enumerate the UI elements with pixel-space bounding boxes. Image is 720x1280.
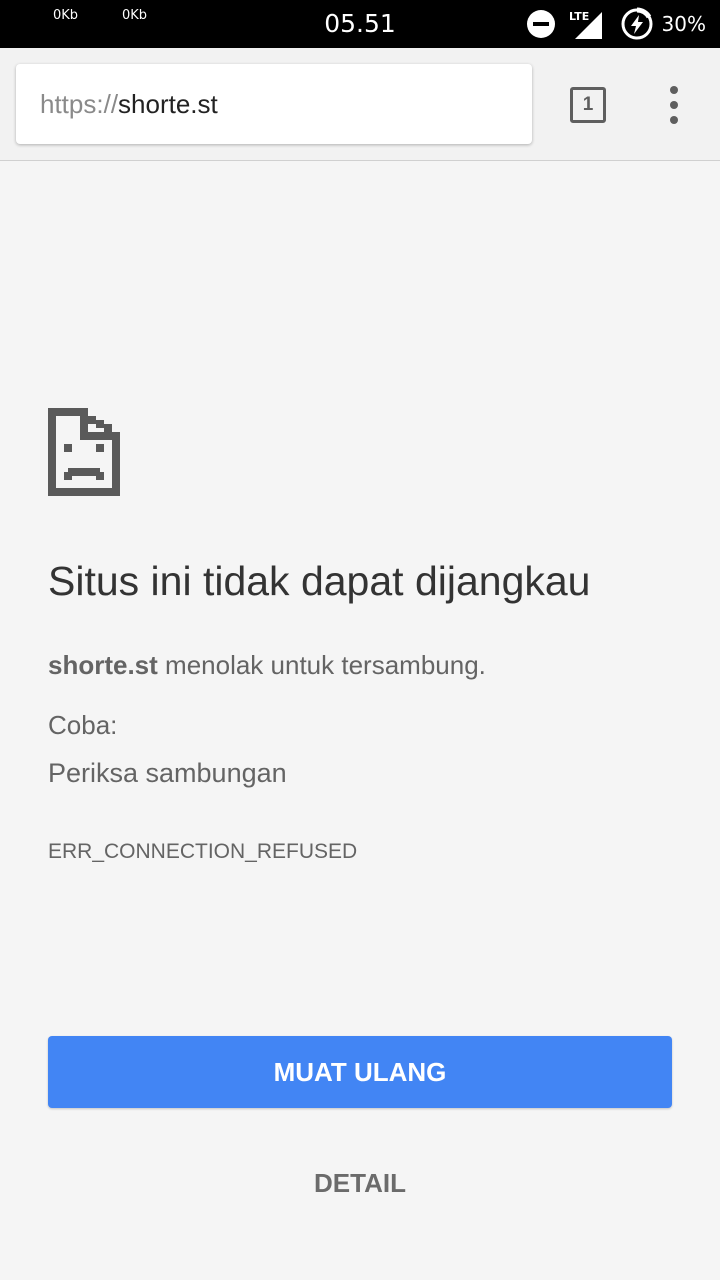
- browser-toolbar: https://shorte.st 1: [0, 48, 720, 161]
- url-host: shorte.st: [118, 88, 218, 119]
- error-host: shorte.st: [48, 650, 158, 680]
- url-scheme: https://: [40, 88, 119, 119]
- battery-charging-icon: [621, 7, 653, 40]
- tab-switcher-button[interactable]: 1: [570, 87, 606, 123]
- sad-document-icon: [48, 408, 120, 496]
- more-vert-icon[interactable]: [654, 82, 694, 128]
- url-bar[interactable]: https://shorte.st: [16, 64, 532, 144]
- error-description: shorte.st menolak untuk tersambung.: [48, 650, 486, 681]
- suggestion-check-connection: Periksa sambungan: [48, 758, 287, 788]
- error-code: ERR_CONNECTION_REFUSED: [48, 840, 358, 863]
- try-label: Coba:: [48, 710, 118, 740]
- status-icons: LTE 30%: [526, 6, 706, 42]
- battery-percent: 30%: [661, 12, 706, 36]
- tab-count: 1: [582, 94, 594, 115]
- reload-button[interactable]: MUAT ULANG: [48, 1036, 672, 1108]
- network-type-label: LTE: [569, 10, 589, 23]
- error-title: Situs ini tidak dapat dijangkau: [48, 558, 591, 604]
- status-bar: 0Kb 0Kb 05.51 LTE 30%: [0, 0, 720, 48]
- do-not-disturb-icon: [526, 10, 555, 38]
- cellular-signal-icon: LTE: [569, 10, 602, 39]
- details-button[interactable]: DETAIL: [260, 1150, 460, 1216]
- error-description-text: menolak untuk tersambung.: [157, 650, 486, 680]
